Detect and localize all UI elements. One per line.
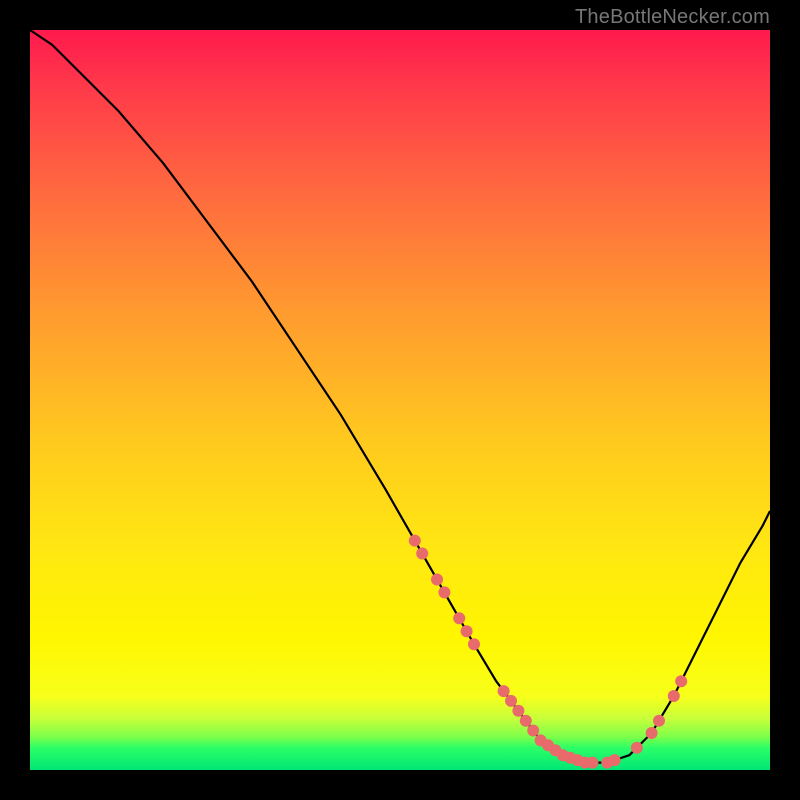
- highlight-dot: [668, 690, 680, 702]
- highlight-dot: [653, 715, 665, 727]
- highlight-dot: [505, 695, 517, 707]
- highlight-dot: [431, 574, 443, 586]
- highlight-dot: [438, 586, 450, 598]
- highlight-dot: [631, 742, 643, 754]
- highlight-dots: [409, 535, 687, 769]
- highlight-dot: [409, 535, 421, 547]
- highlight-dot: [527, 725, 539, 737]
- bottleneck-curve: [30, 30, 770, 763]
- highlight-dot: [498, 685, 510, 697]
- highlight-dot: [675, 675, 687, 687]
- highlight-dot: [646, 727, 658, 739]
- highlight-dot: [512, 705, 524, 717]
- highlight-dot: [416, 548, 428, 560]
- highlight-dot: [586, 757, 598, 769]
- plot-area: [30, 30, 770, 770]
- highlight-dot: [461, 625, 473, 637]
- watermark-label: TheBottleNecker.com: [575, 6, 770, 29]
- chart-frame: TheBottleNecker.com: [0, 0, 800, 800]
- highlight-dot: [453, 612, 465, 624]
- curve-svg: [30, 30, 770, 770]
- highlight-dot: [609, 754, 621, 766]
- highlight-dot: [468, 638, 480, 650]
- highlight-dot: [520, 715, 532, 727]
